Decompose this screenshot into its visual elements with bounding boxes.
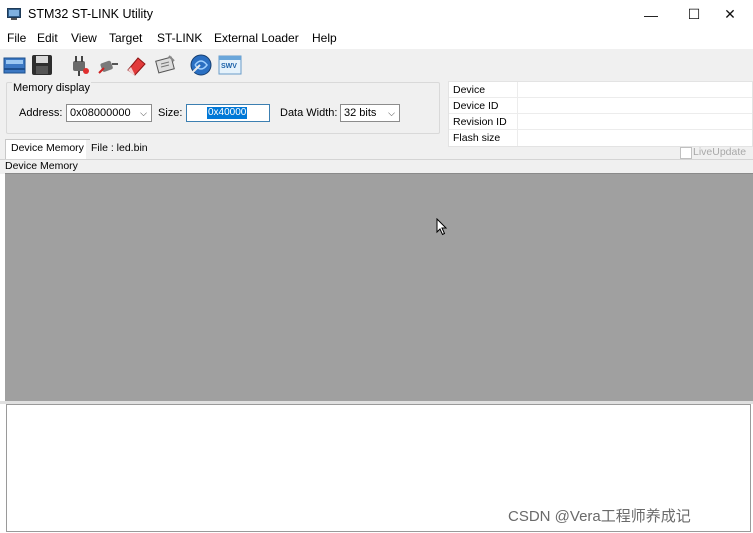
window-title: STM32 ST-LINK Utility <box>28 7 154 21</box>
memory-view-label: Device Memory <box>5 160 78 172</box>
swv-label: SWV <box>221 63 237 70</box>
menu-help[interactable]: Help <box>312 31 337 45</box>
info-row-device-id: Device ID <box>449 98 752 114</box>
memory-view[interactable] <box>5 173 753 402</box>
size-value: 0x40000 <box>207 107 248 119</box>
address-label: Address: <box>19 107 63 119</box>
menu-external-loader[interactable]: External Loader <box>214 31 299 45</box>
minimize-button[interactable]: — <box>628 0 674 29</box>
data-width-label: Data Width: <box>280 107 338 119</box>
data-width-combo[interactable]: 32 bits ⌵ <box>340 104 400 122</box>
erase-icon[interactable] <box>124 53 148 77</box>
disconnect-icon[interactable] <box>96 53 120 77</box>
menu-target[interactable]: Target <box>109 31 142 45</box>
info-label: Revision ID <box>453 116 507 128</box>
connect-icon[interactable] <box>67 53 91 77</box>
chevron-down-icon: ⌵ <box>140 108 147 118</box>
device-info-table: Device Device ID Revision ID Flash size <box>448 81 753 147</box>
size-label: Size: <box>158 107 183 119</box>
live-update-label: LiveUpdate <box>693 146 747 158</box>
data-width-value: 32 bits <box>344 107 377 119</box>
info-label: Device <box>453 84 486 96</box>
tab-file-led-bin[interactable]: File : led.bin <box>86 140 153 159</box>
program-icon[interactable] <box>153 53 177 77</box>
app-icon <box>7 8 21 20</box>
info-label: Flash size <box>453 132 501 144</box>
live-update-checkbox[interactable] <box>680 147 692 159</box>
close-button[interactable]: ✕ <box>707 0 753 29</box>
mouse-cursor-icon <box>436 217 448 239</box>
info-row-flash-size: Flash size <box>449 130 752 146</box>
menu-view[interactable]: View <box>71 31 97 45</box>
menu-file[interactable]: File <box>7 31 26 45</box>
info-label: Device ID <box>453 100 499 112</box>
info-row-device: Device <box>449 82 752 98</box>
menu-edit[interactable]: Edit <box>37 31 58 45</box>
memory-display-legend: Memory display <box>12 82 92 94</box>
address-combo[interactable]: 0x08000000 ⌵ <box>66 104 152 122</box>
firmware-update-icon[interactable] <box>189 53 213 77</box>
address-value: 0x08000000 <box>70 107 131 119</box>
tab-device-memory[interactable]: Device Memory <box>5 139 90 159</box>
swv-icon[interactable]: SWV <box>218 53 242 77</box>
size-input[interactable]: 0x40000 <box>186 104 270 122</box>
open-file-icon[interactable] <box>3 53 27 77</box>
menu-st-link[interactable]: ST-LINK <box>157 31 202 45</box>
save-icon[interactable] <box>30 53 54 77</box>
info-row-revision-id: Revision ID <box>449 114 752 130</box>
chevron-down-icon: ⌵ <box>388 108 395 118</box>
watermark: CSDN @Vera工程师养成记 <box>508 508 691 525</box>
memory-view-header: Device Memory <box>0 159 753 174</box>
